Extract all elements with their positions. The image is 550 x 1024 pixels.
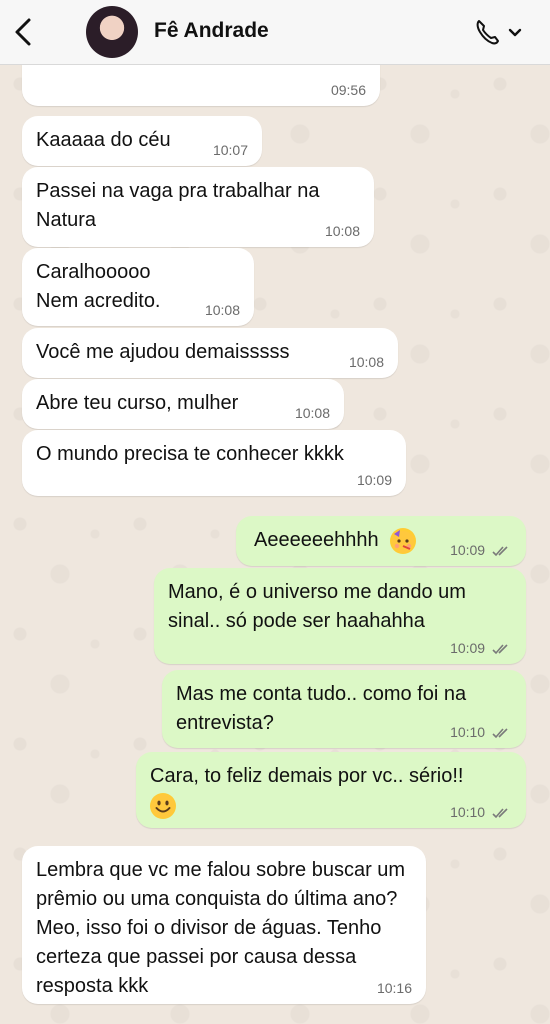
double-check-read-icon (492, 546, 508, 557)
message-time: 10:08 (204, 302, 240, 318)
message-time: 10:10 (450, 804, 512, 820)
message-text: Aeeeeeehhhh (254, 529, 379, 551)
message-time: 09:56 (330, 82, 366, 98)
message-text: Mano, é o universo me dando um sinal.. s… (168, 581, 472, 632)
message-text: Você me ajudou demaisssss (36, 341, 290, 363)
message-bubble-incoming[interactable]: Abre teu curso, mulher 10:08 (22, 379, 344, 429)
message-time-text: 10:09 (450, 542, 486, 558)
message-bubble-incoming[interactable]: Você me ajudou demaisssss 10:08 (22, 328, 398, 378)
message-time: 10:08 (348, 354, 384, 370)
message-time: 10:09 (450, 542, 512, 558)
smiling-face-emoji-icon (150, 792, 176, 819)
back-arrow-icon[interactable] (10, 14, 36, 50)
message-bubble-incoming[interactable]: Caralhooooo Nem acredito. 10:08 (22, 248, 254, 326)
avatar[interactable] (86, 6, 138, 58)
message-text: Abre teu curso, mulher (36, 392, 239, 414)
message-time: 10:07 (212, 142, 248, 158)
message-bubble-incoming[interactable]: 09:56 (22, 64, 380, 106)
message-time-text: 10:09 (450, 640, 486, 656)
message-bubble-outgoing[interactable]: Mano, é o universo me dando um sinal.. s… (154, 568, 526, 664)
double-check-read-icon (492, 644, 508, 655)
message-time-text: 10:10 (450, 804, 486, 820)
chat-header: Fê Andrade (0, 0, 550, 65)
message-time: 10:08 (294, 405, 330, 421)
message-time: 10:09 (356, 472, 392, 488)
message-text: Lembra que vc me falou sobre buscar um p… (36, 859, 411, 997)
message-text: O mundo precisa te conhecer kkkk (36, 443, 344, 465)
message-time: 10:10 (450, 724, 512, 740)
message-time: 10:08 (324, 223, 360, 239)
message-bubble-incoming[interactable]: Passei na vaga pra trabalhar na Natura 1… (22, 167, 374, 247)
message-text: Cara, to feliz demais por vc.. sério!! (150, 765, 464, 787)
message-bubble-incoming[interactable]: Kaaaaa do céu 10:07 (22, 116, 262, 166)
phone-call-icon[interactable] (470, 14, 526, 50)
message-text: Passei na vaga pra trabalhar na Natura (36, 180, 326, 231)
message-bubble-outgoing[interactable]: Aeeeeeehhhh 10:09 (236, 516, 526, 566)
message-bubble-outgoing[interactable]: Mas me conta tudo.. como foi na entrevis… (162, 670, 526, 748)
message-list[interactable]: 09:56 Kaaaaa do céu 10:07 Passei na vaga… (0, 64, 550, 1024)
message-text: Kaaaaa do céu (36, 129, 171, 151)
message-bubble-outgoing[interactable]: Cara, to feliz demais por vc.. sério!! 1… (136, 752, 526, 828)
partying-face-emoji-icon (390, 527, 417, 554)
double-check-read-icon (492, 808, 508, 819)
message-bubble-incoming[interactable]: Lembra que vc me falou sobre buscar um p… (22, 846, 426, 1004)
message-time-text: 10:10 (450, 724, 486, 740)
message-text: Caralhooooo Nem acredito. (36, 261, 161, 312)
message-time: 10:09 (450, 640, 512, 656)
contact-name[interactable]: Fê Andrade (154, 19, 269, 43)
message-bubble-incoming[interactable]: O mundo precisa te conhecer kkkk 10:09 (22, 430, 406, 496)
message-time: 10:16 (376, 980, 412, 996)
message-text: Mas me conta tudo.. como foi na entrevis… (176, 683, 472, 734)
double-check-read-icon (492, 728, 508, 739)
